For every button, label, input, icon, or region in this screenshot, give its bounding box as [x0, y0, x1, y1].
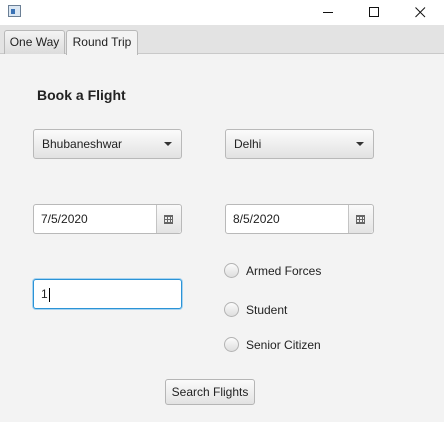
radio-label: Student: [246, 303, 288, 317]
from-city-value: Bhubaneshwar: [42, 137, 123, 151]
depart-date-value: 7/5/2020: [41, 212, 88, 226]
passengers-value: 1: [41, 287, 48, 301]
text-caret: [48, 287, 50, 302]
radio-circle[interactable]: [224, 337, 239, 352]
radio-label: Armed Forces: [246, 264, 322, 278]
tab-one-way[interactable]: One Way: [4, 30, 65, 54]
close-icon: [415, 7, 426, 18]
maximize-icon: [369, 7, 379, 17]
chevron-down-icon: [164, 142, 172, 146]
radio-label: Senior Citizen: [246, 338, 321, 352]
return-date-picker[interactable]: 8/5/2020: [225, 204, 374, 234]
radio-circle[interactable]: [224, 263, 239, 278]
maximize-button[interactable]: [352, 0, 398, 25]
calendar-icon: [356, 215, 365, 224]
close-button[interactable]: [398, 0, 444, 25]
title-bar: [0, 0, 444, 25]
minimize-button[interactable]: [306, 0, 352, 25]
tab-round-trip[interactable]: Round Trip: [66, 30, 138, 55]
depart-date-picker[interactable]: 7/5/2020: [33, 204, 182, 234]
radio-circle[interactable]: [224, 302, 239, 317]
depart-calendar-button[interactable]: [156, 205, 181, 233]
search-flights-button[interactable]: Search Flights: [165, 379, 255, 405]
minimize-icon: [323, 12, 333, 13]
tab-bar: One Way Round Trip: [0, 25, 444, 55]
passengers-input[interactable]: 1: [33, 279, 182, 309]
to-city-dropdown[interactable]: Delhi: [225, 129, 374, 159]
return-date-value: 8/5/2020: [233, 212, 280, 226]
to-city-value: Delhi: [234, 137, 262, 151]
app-window-icon: [8, 5, 21, 17]
return-calendar-button[interactable]: [348, 205, 373, 233]
calendar-icon: [164, 215, 173, 224]
page-title: Book a Flight: [37, 87, 126, 103]
chevron-down-icon: [356, 142, 364, 146]
from-city-dropdown[interactable]: Bhubaneshwar: [33, 129, 182, 159]
